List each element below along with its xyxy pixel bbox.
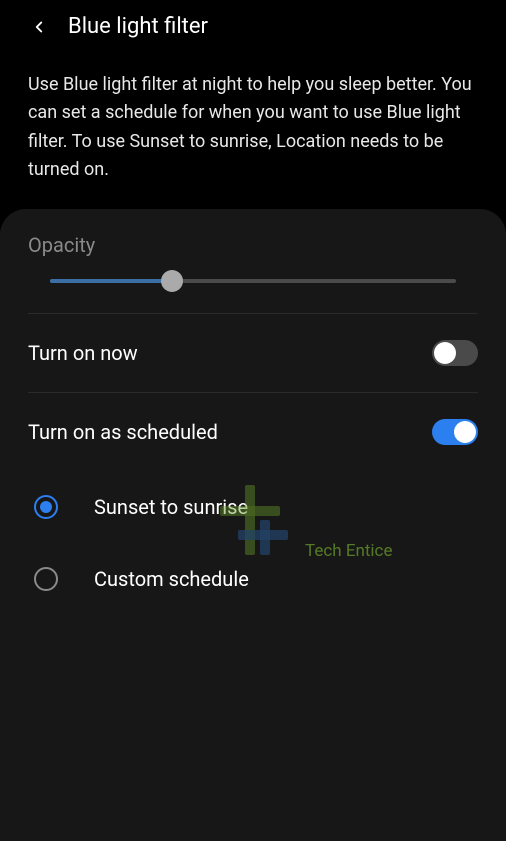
opacity-section: Opacity xyxy=(0,209,506,313)
toggle-knob xyxy=(434,342,456,364)
header: Blue light filter xyxy=(0,0,506,53)
opacity-label: Opacity xyxy=(28,233,478,257)
sunset-radio-label: Sunset to sunrise xyxy=(94,495,248,519)
page-title: Blue light filter xyxy=(68,14,208,39)
opacity-slider-thumb[interactable] xyxy=(161,270,183,292)
back-icon[interactable] xyxy=(28,16,50,38)
turn-on-scheduled-label: Turn on as scheduled xyxy=(28,420,218,444)
sunset-to-sunrise-row[interactable]: Sunset to sunrise xyxy=(0,471,506,543)
custom-schedule-row[interactable]: Custom schedule xyxy=(0,543,506,615)
custom-radio[interactable] xyxy=(34,567,58,591)
custom-radio-label: Custom schedule xyxy=(94,567,249,591)
opacity-slider[interactable] xyxy=(28,279,478,283)
sunset-radio[interactable] xyxy=(34,495,58,519)
page-description: Use Blue light filter at night to help y… xyxy=(0,53,506,209)
turn-on-now-row[interactable]: Turn on now xyxy=(0,314,506,392)
turn-on-scheduled-row[interactable]: Turn on as scheduled xyxy=(0,393,506,471)
turn-on-now-label: Turn on now xyxy=(28,341,138,365)
toggle-knob xyxy=(454,421,476,443)
turn-on-scheduled-toggle[interactable] xyxy=(432,419,478,445)
settings-card: Opacity Turn on now Turn on as scheduled… xyxy=(0,209,506,841)
turn-on-now-toggle[interactable] xyxy=(432,340,478,366)
opacity-slider-fill xyxy=(50,279,172,283)
